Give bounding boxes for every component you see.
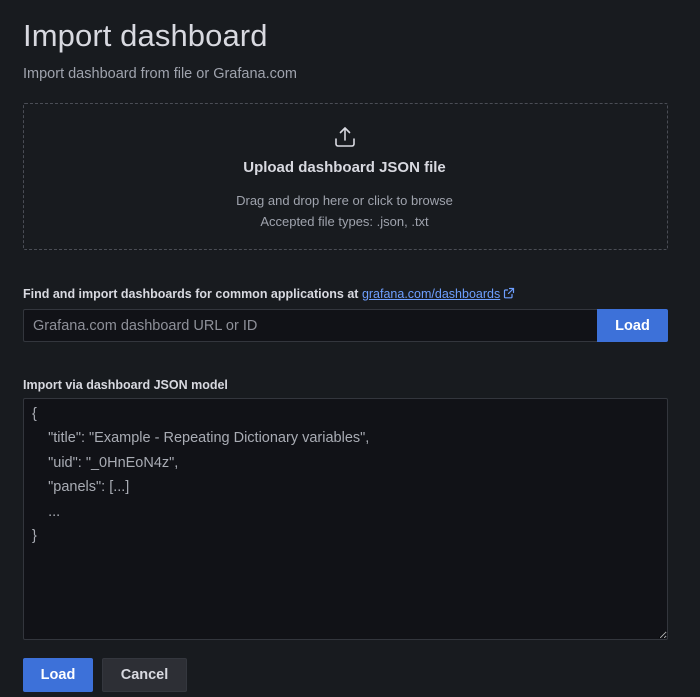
grafana-com-url-input[interactable] bbox=[23, 309, 597, 342]
upload-hint: Drag and drop here or click to browse bbox=[236, 193, 453, 208]
load-button[interactable]: Load bbox=[23, 658, 93, 692]
upload-title: Upload dashboard JSON file bbox=[243, 159, 446, 176]
json-model-textarea[interactable] bbox=[23, 398, 668, 640]
import-dashboard-page: Import dashboard Import dashboard from f… bbox=[0, 0, 700, 697]
page-subtitle: Import dashboard from file or Grafana.co… bbox=[23, 66, 298, 82]
external-link-icon bbox=[504, 287, 515, 299]
grafana-com-load-button[interactable]: Load bbox=[597, 309, 668, 342]
cancel-button[interactable]: Cancel bbox=[102, 658, 187, 692]
grafana-com-dashboards-link[interactable]: grafana.com/dashboards bbox=[362, 287, 500, 301]
json-model-label: Import via dashboard JSON model bbox=[23, 378, 228, 392]
upload-icon bbox=[335, 127, 355, 147]
accepted-file-types: Accepted file types: .json, .txt bbox=[260, 214, 429, 229]
grafana-com-label: Find and import dashboards for common ap… bbox=[23, 287, 515, 301]
page-title: Import dashboard bbox=[23, 18, 268, 53]
grafana-com-label-text: Find and import dashboards for common ap… bbox=[23, 287, 359, 301]
